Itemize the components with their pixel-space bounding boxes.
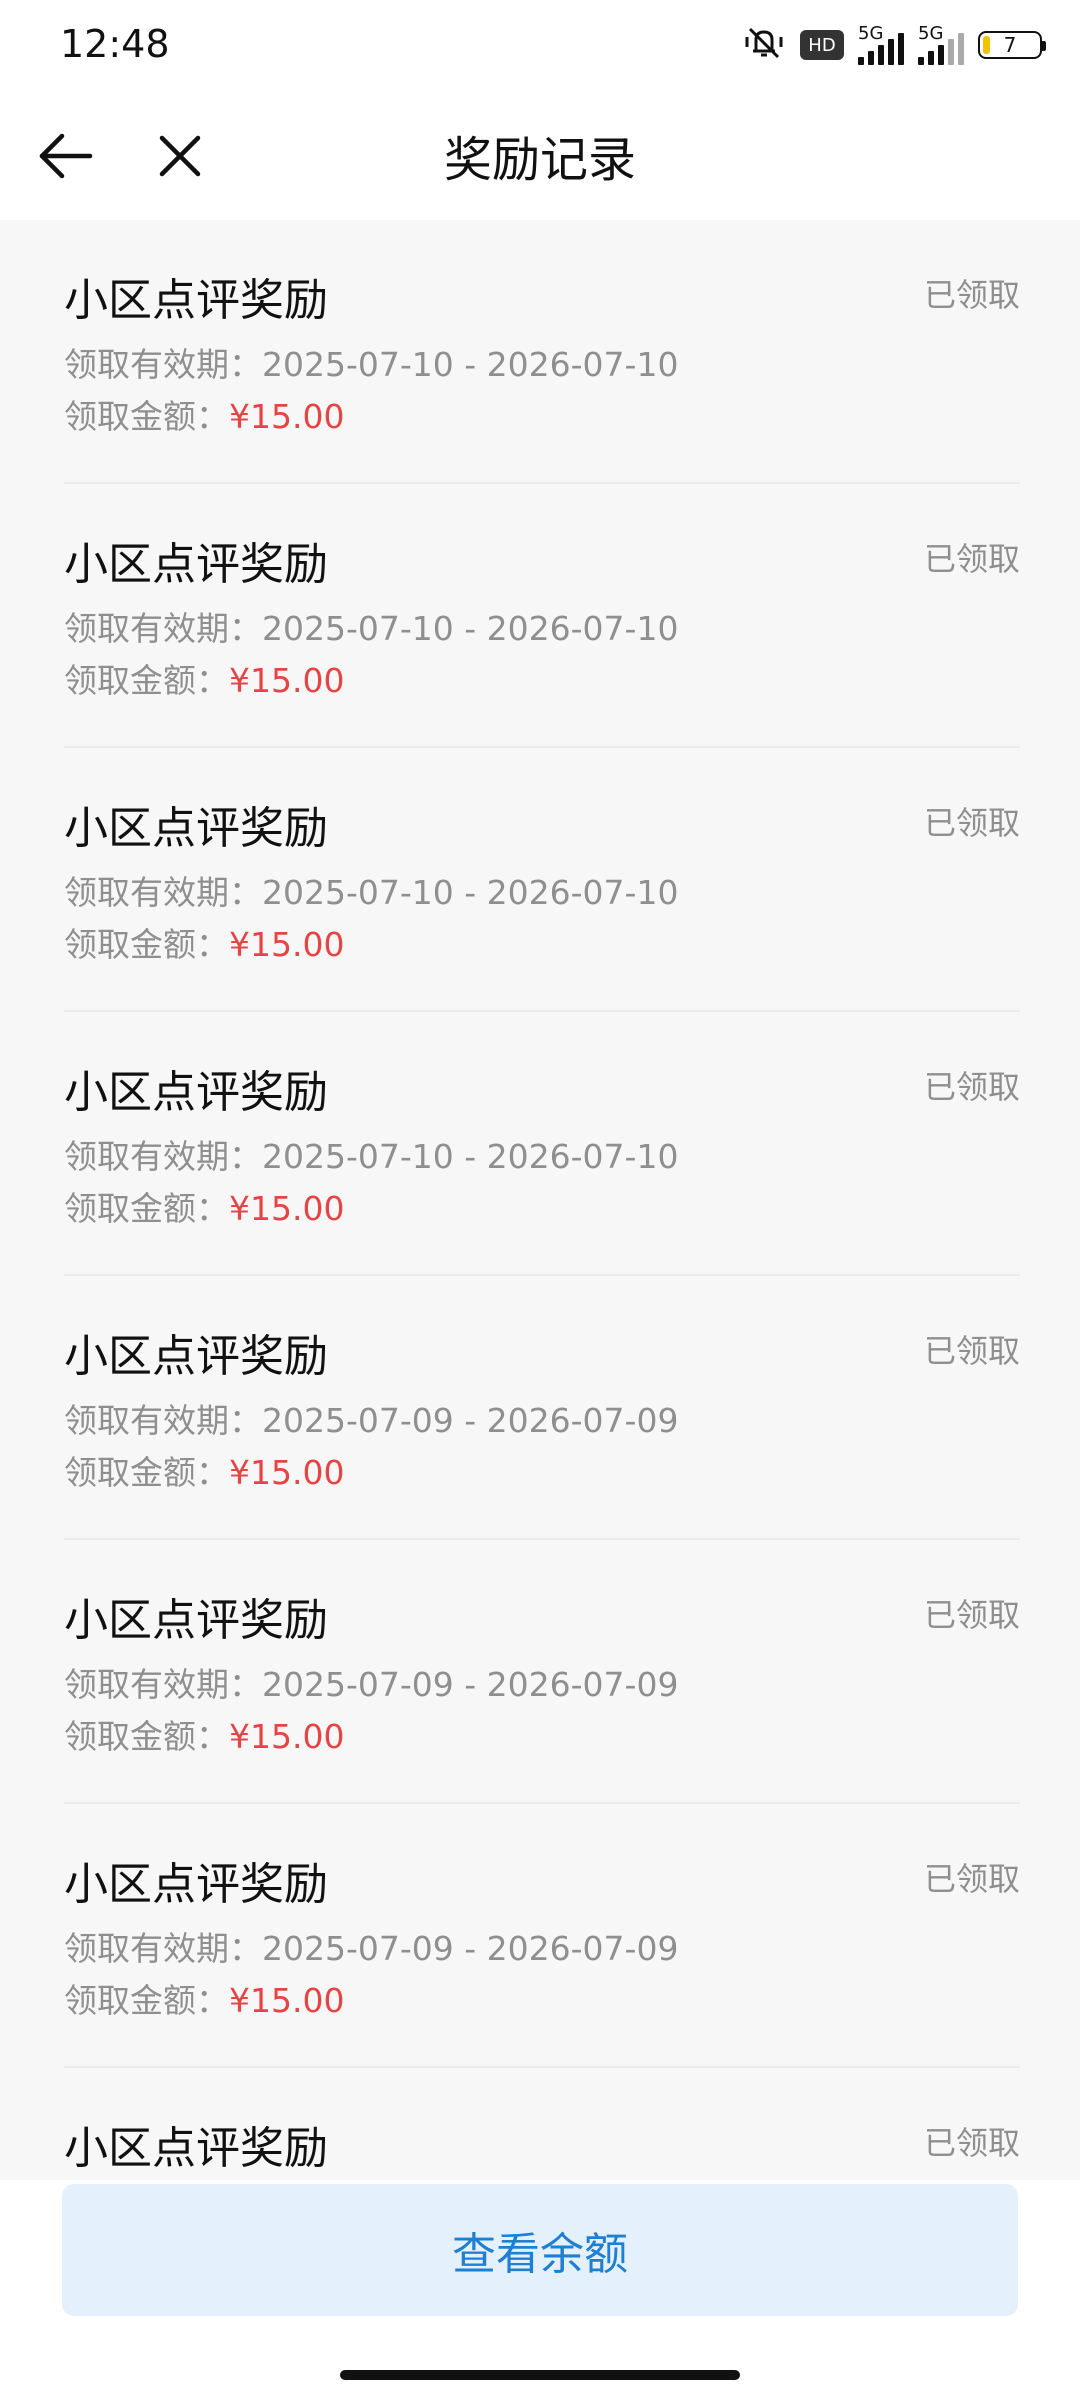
status-time: 12:48 <box>60 22 170 66</box>
record-amount: 领取金额：¥15.00 <box>64 1710 344 1758</box>
record-title: 小区点评奖励 <box>64 1595 328 1646</box>
record-title: 小区点评奖励 <box>64 803 328 854</box>
record-status: 已领取 <box>923 804 1020 842</box>
view-balance-button[interactable]: 查看余额 <box>62 2184 1018 2316</box>
amount-label: 领取金额： <box>64 1189 229 1228</box>
record-amount: 领取金额：¥15.00 <box>64 390 344 438</box>
record-amount: 领取金额：¥15.00 <box>64 1446 344 1494</box>
period-value: 2025-07-09 - 2026-07-09 <box>262 1929 679 1968</box>
signal-1-icon: 5G <box>858 23 904 65</box>
period-label: 领取有效期： <box>64 873 262 912</box>
record-amount: 领取金额：¥15.00 <box>64 654 344 702</box>
amount-label: 领取金额： <box>64 925 229 964</box>
period-value: 2025-07-09 - 2026-07-09 <box>262 1401 679 1440</box>
amount-value: ¥15.00 <box>229 661 345 700</box>
record-period: 领取有效期：2025-07-10 - 2026-07-10 <box>64 602 678 650</box>
record-title: 小区点评奖励 <box>64 2123 328 2174</box>
amount-value: ¥15.00 <box>229 925 345 964</box>
amount-label: 领取金额： <box>64 1453 229 1492</box>
record-status: 已领取 <box>923 2124 1020 2162</box>
battery-icon: 7 <box>978 31 1046 59</box>
header: 奖励记录 <box>0 90 1080 220</box>
record-status: 已领取 <box>923 1596 1020 1634</box>
record-amount: 领取金额：¥15.00 <box>64 918 344 966</box>
period-value: 2025-07-10 - 2026-07-10 <box>262 1137 679 1176</box>
period-label: 领取有效期： <box>64 609 262 648</box>
record-status: 已领取 <box>923 1332 1020 1370</box>
period-label: 领取有效期： <box>64 1665 262 1704</box>
status-bar: 12:48 HD 5G 5G 7 <box>0 0 1080 90</box>
network-type-2: 5G <box>918 23 944 44</box>
period-label: 领取有效期： <box>64 345 262 384</box>
record-item[interactable]: 小区点评奖励 已领取 领取有效期：2025-07-10 - 2026-07-10… <box>64 484 1020 748</box>
reward-records-list[interactable]: 小区点评奖励 已领取 领取有效期：2025-07-10 - 2026-07-10… <box>0 220 1080 2180</box>
amount-label: 领取金额： <box>64 397 229 436</box>
amount-value: ¥15.00 <box>229 1453 345 1492</box>
record-title: 小区点评奖励 <box>64 1331 328 1382</box>
status-icons: HD 5G 5G 7 <box>742 22 1046 68</box>
amount-value: ¥15.00 <box>229 1717 345 1756</box>
signal-2-icon: 5G <box>918 23 964 65</box>
period-label: 领取有效期： <box>64 1401 262 1440</box>
home-indicator[interactable] <box>340 2370 740 2380</box>
record-status: 已领取 <box>923 540 1020 578</box>
record-status: 已领取 <box>923 1860 1020 1898</box>
period-value: 2025-07-09 - 2026-07-09 <box>262 1665 679 1704</box>
record-period: 领取有效期：2025-07-09 - 2026-07-09 <box>64 1394 678 1442</box>
amount-value: ¥15.00 <box>229 1981 345 2020</box>
amount-label: 领取金额： <box>64 661 229 700</box>
period-label: 领取有效期： <box>64 1929 262 1968</box>
amount-label: 领取金额： <box>64 1981 229 2020</box>
record-item[interactable]: 小区点评奖励 已领取 领取有效期：2025-07-09 - 2026-07-09… <box>64 1540 1020 1804</box>
bottom-bar: 查看余额 <box>0 2180 1080 2400</box>
network-type-1: 5G <box>858 23 884 44</box>
record-amount: 领取金额：¥15.00 <box>64 1974 344 2022</box>
record-period: 领取有效期：2025-07-09 - 2026-07-09 <box>64 1922 678 1970</box>
record-amount: 领取金额：¥15.00 <box>64 1182 344 1230</box>
record-item[interactable]: 小区点评奖励 已领取 领取有效期：2025-07-09 - 2026-07-09… <box>64 1276 1020 1540</box>
record-period: 领取有效期：2025-07-10 - 2026-07-10 <box>64 1130 678 1178</box>
amount-label: 领取金额： <box>64 1717 229 1756</box>
record-title: 小区点评奖励 <box>64 539 328 590</box>
record-period: 领取有效期：2025-07-10 - 2026-07-10 <box>64 866 678 914</box>
period-value: 2025-07-10 - 2026-07-10 <box>262 873 679 912</box>
period-label: 领取有效期： <box>64 1137 262 1176</box>
hd-voice-icon: HD <box>800 30 844 60</box>
record-item[interactable]: 小区点评奖励 已领取 领取有效期：2025-07-10 - 2026-07-10… <box>64 220 1020 484</box>
record-title: 小区点评奖励 <box>64 275 328 326</box>
record-title: 小区点评奖励 <box>64 1859 328 1910</box>
record-period: 领取有效期：2025-07-09 - 2026-07-09 <box>64 1658 678 1706</box>
record-item[interactable]: 小区点评奖励 已领取 <box>64 2068 1020 2180</box>
amount-value: ¥15.00 <box>229 397 345 436</box>
battery-level <box>983 36 990 54</box>
amount-value: ¥15.00 <box>229 1189 345 1228</box>
page-title: 奖励记录 <box>443 132 636 188</box>
period-value: 2025-07-10 - 2026-07-10 <box>262 345 679 384</box>
record-item[interactable]: 小区点评奖励 已领取 领取有效期：2025-07-10 - 2026-07-10… <box>64 1012 1020 1276</box>
mute-vibrate-icon <box>742 23 786 67</box>
record-item[interactable]: 小区点评奖励 已领取 领取有效期：2025-07-09 - 2026-07-09… <box>64 1804 1020 2068</box>
record-item[interactable]: 小区点评奖励 已领取 领取有效期：2025-07-10 - 2026-07-10… <box>64 748 1020 1012</box>
record-status: 已领取 <box>923 276 1020 314</box>
record-title: 小区点评奖励 <box>64 1067 328 1118</box>
battery-percent: 7 <box>1003 33 1017 57</box>
record-status: 已领取 <box>923 1068 1020 1106</box>
record-period: 领取有效期：2025-07-10 - 2026-07-10 <box>64 338 678 386</box>
period-value: 2025-07-10 - 2026-07-10 <box>262 609 679 648</box>
